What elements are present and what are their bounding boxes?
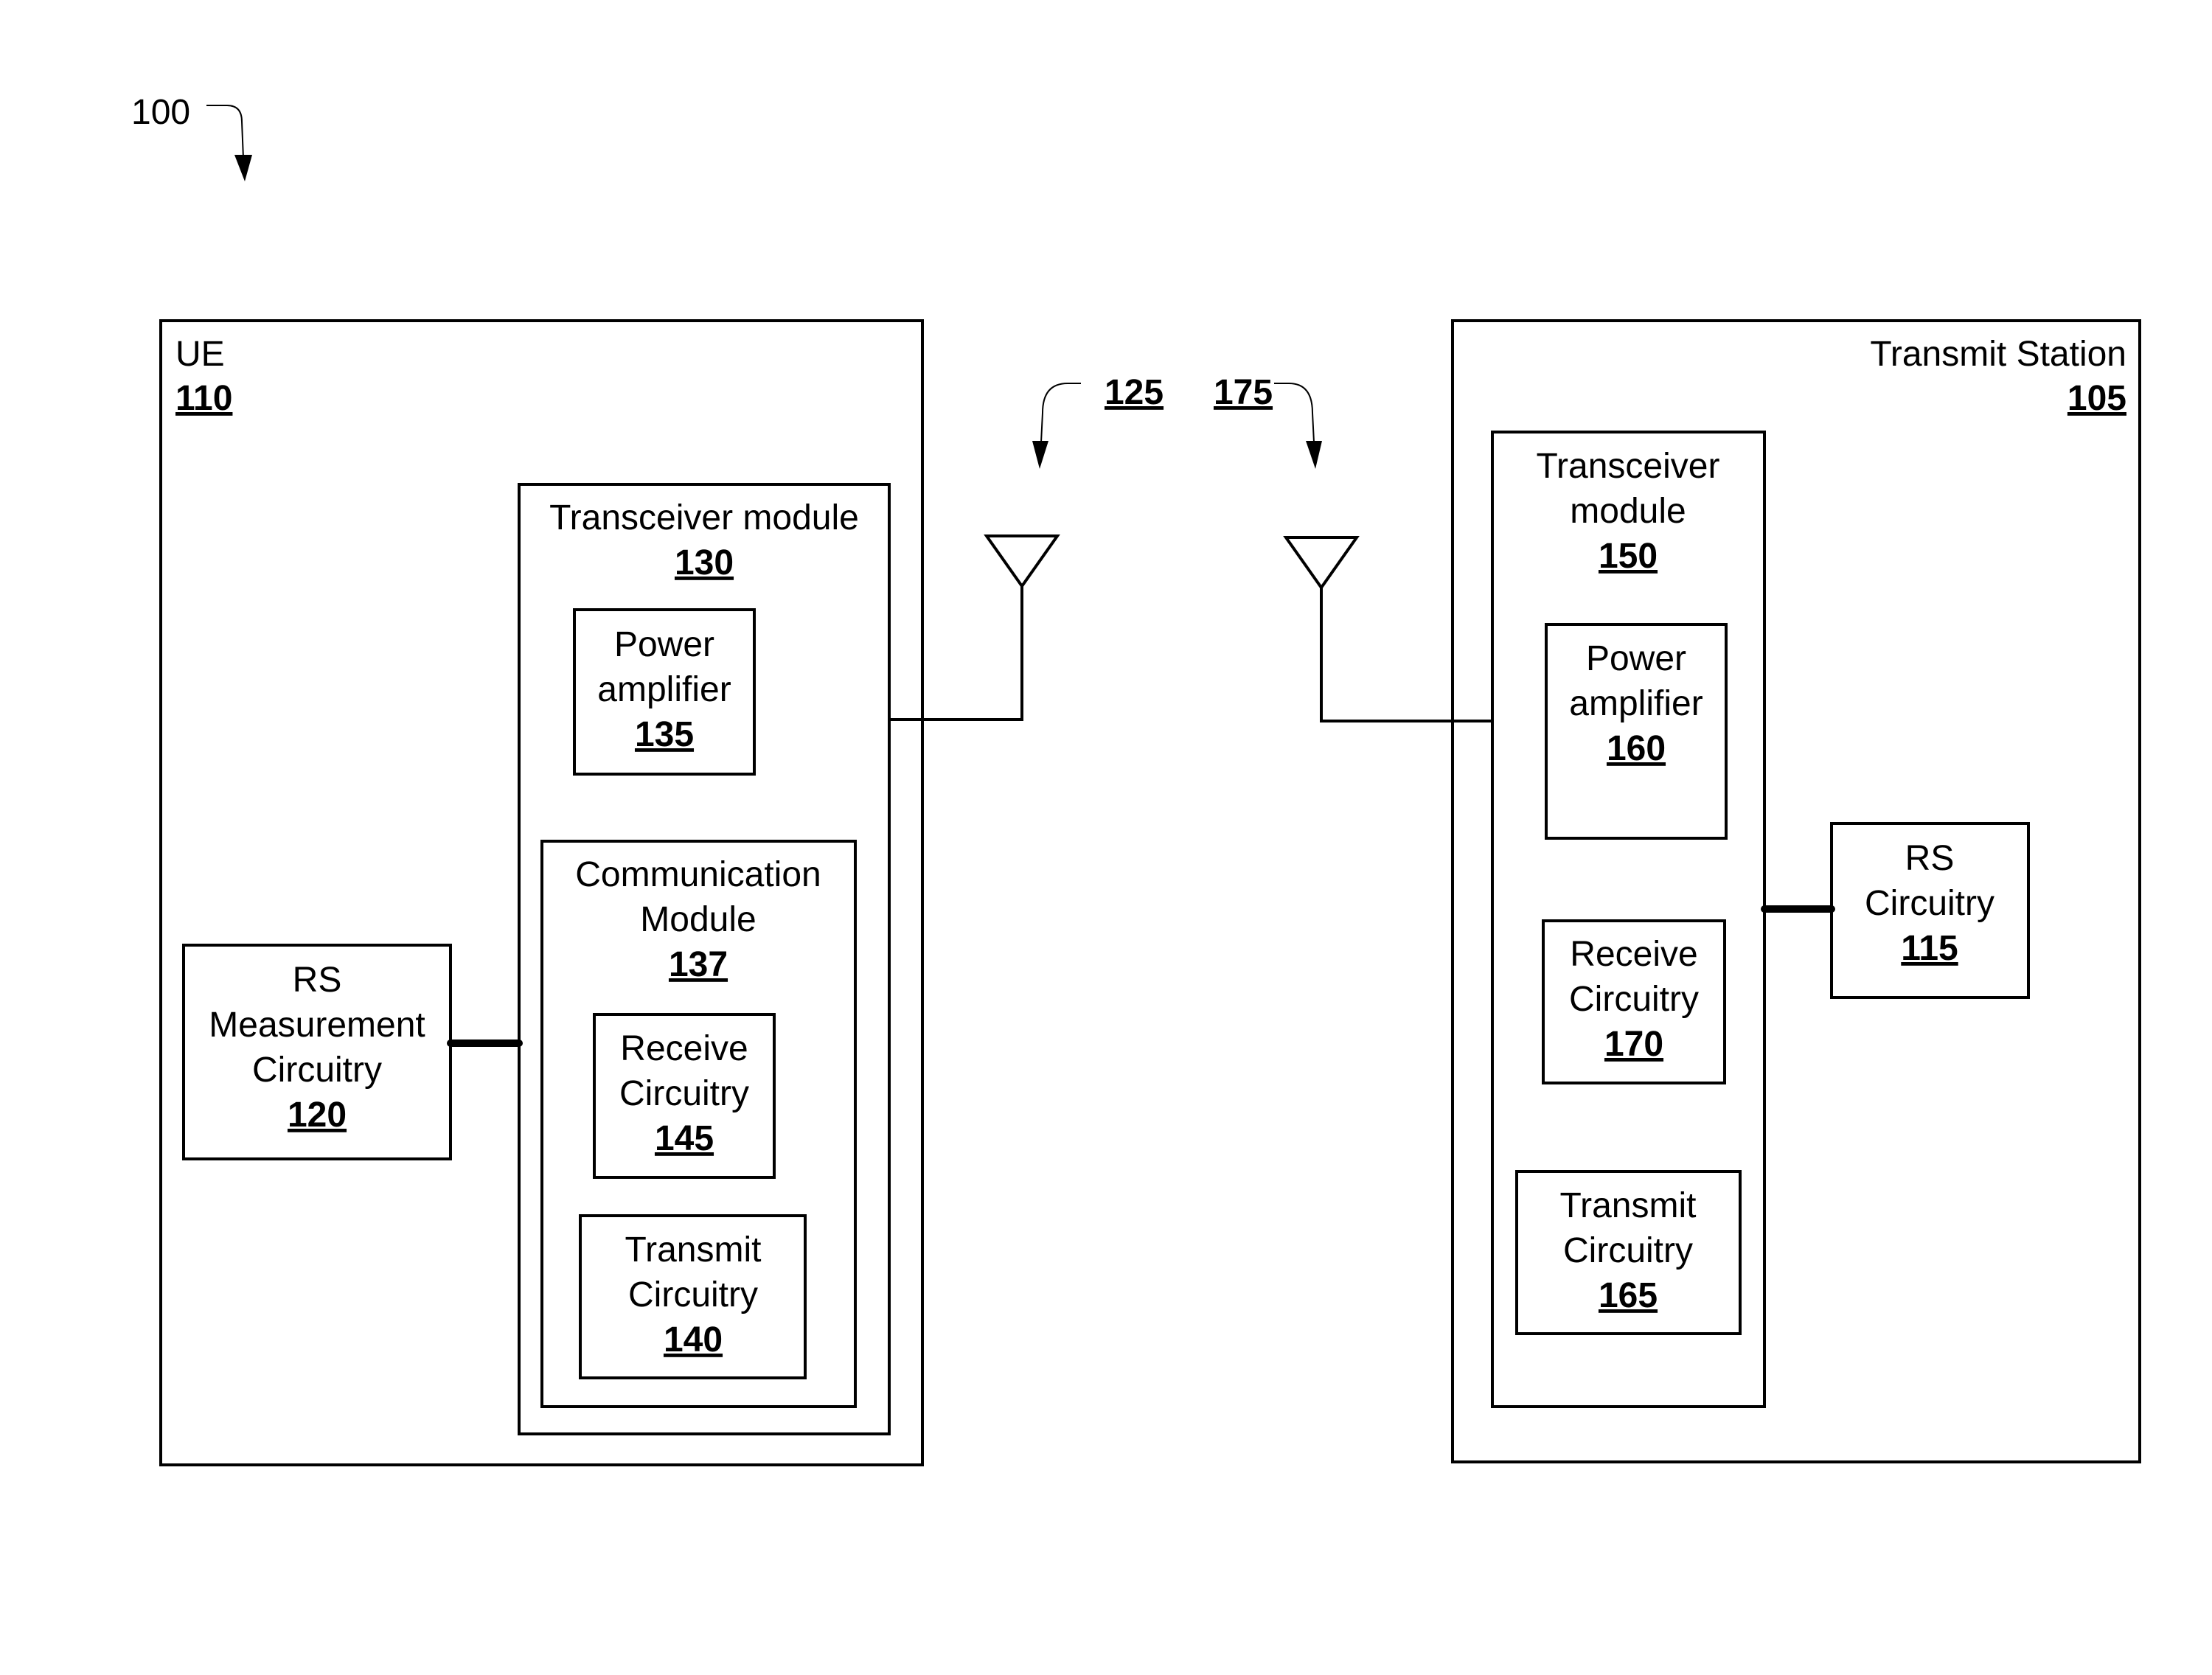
station-transceiver-line-2: module <box>1570 492 1686 531</box>
rs-circuitry-line-2: Circuitry <box>1865 884 1994 923</box>
ue-power-amplifier-line-2: amplifier <box>597 670 731 709</box>
station-power-amplifier-ref: 160 <box>1607 729 1666 768</box>
station-antenna-leader-line <box>1274 383 1315 443</box>
station-transceiver-ref: 150 <box>1599 537 1658 576</box>
transmit-station-box <box>1451 319 2141 1463</box>
ue-receive-circuitry-block: Receive Circuitry 145 <box>593 1013 776 1179</box>
station-power-amplifier-line-1: Power <box>1586 639 1686 678</box>
communication-module-line-1: Communication <box>575 855 821 894</box>
station-antenna-arrow-icon <box>1306 441 1322 469</box>
ue-antenna-feed-line <box>889 586 1023 721</box>
station-receive-circuitry-ref: 170 <box>1604 1025 1663 1064</box>
ue-power-amplifier-ref: 135 <box>635 715 694 754</box>
ue-receive-circuitry-ref: 145 <box>655 1119 714 1158</box>
transmit-station-ref: 105 <box>2067 379 2126 418</box>
ue-transceiver-title: Transceiver module <box>549 498 859 537</box>
station-transmit-circuitry-line-1: Transmit <box>1560 1186 1697 1225</box>
station-antenna-ref: 175 <box>1214 373 1273 412</box>
station-antenna <box>1283 536 1492 722</box>
ue-transmit-circuitry-line-2: Circuitry <box>628 1275 758 1314</box>
station-antenna-icon <box>1283 536 1360 591</box>
station-receive-circuitry-block: Receive Circuitry 170 <box>1542 919 1726 1084</box>
ue-transmit-circuitry-block: Transmit Circuitry 140 <box>579 1214 807 1379</box>
ue-receive-circuitry-line-1: Receive <box>620 1029 748 1068</box>
transmit-station-title: Transmit Station <box>1870 335 2126 374</box>
station-transceiver-line-1: Transceiver <box>1537 447 1720 486</box>
station-receive-circuitry-line-2: Circuitry <box>1569 980 1699 1019</box>
communication-module-line-2: Module <box>640 900 756 939</box>
ue-title: UE <box>175 335 225 374</box>
rs-measurement-block: RS Measurement Circuitry 120 <box>182 944 452 1160</box>
figure-label: 100 <box>131 93 190 132</box>
station-transmit-circuitry-line-2: Circuitry <box>1563 1231 1693 1270</box>
ue-antenna-icon <box>984 534 1060 589</box>
station-receive-circuitry-line-1: Receive <box>1570 935 1697 974</box>
rs-circuitry-block: RS Circuitry 115 <box>1830 822 2030 999</box>
communication-module-ref: 137 <box>669 945 728 984</box>
station-antenna-feed-line <box>1320 588 1492 722</box>
rs-measurement-line-1: RS <box>293 961 342 1000</box>
ue-power-amplifier-block: Power amplifier 135 <box>573 608 756 776</box>
ue-transceiver-ref: 130 <box>675 543 734 582</box>
station-transmit-circuitry-block: Transmit Circuitry 165 <box>1515 1170 1742 1335</box>
rs-circuitry-line-1: RS <box>1905 839 1955 878</box>
figure-arrow-icon <box>234 155 252 181</box>
ue-ref: 110 <box>175 379 232 418</box>
station-power-amplifier-block: Power amplifier 160 <box>1545 623 1728 840</box>
transmit-station-block: Transmit Station 105 <box>1451 319 2141 1463</box>
ue-transmit-circuitry-ref: 140 <box>664 1320 723 1359</box>
block-diagram: 100 UE 110 RS Measurement Circuitry 120 … <box>131 93 2141 1466</box>
rs-measurement-line-3: Circuitry <box>252 1051 382 1090</box>
figure-leader-line <box>206 105 244 159</box>
ue-antenna-arrow-icon <box>1032 441 1048 469</box>
station-transmit-circuitry-ref: 165 <box>1599 1276 1658 1315</box>
rs-circuitry-ref: 115 <box>1901 929 1958 968</box>
ue-transmit-circuitry-line-1: Transmit <box>625 1230 762 1270</box>
station-power-amplifier-line-2: amplifier <box>1569 684 1703 723</box>
rs-measurement-ref: 120 <box>288 1096 347 1135</box>
ue-antenna <box>889 534 1060 721</box>
ue-power-amplifier-line-1: Power <box>614 625 714 664</box>
ue-receive-circuitry-line-2: Circuitry <box>619 1074 749 1113</box>
ue-antenna-ref: 125 <box>1105 373 1164 412</box>
ue-antenna-leader-line <box>1040 383 1081 443</box>
rs-measurement-line-2: Measurement <box>209 1006 425 1045</box>
